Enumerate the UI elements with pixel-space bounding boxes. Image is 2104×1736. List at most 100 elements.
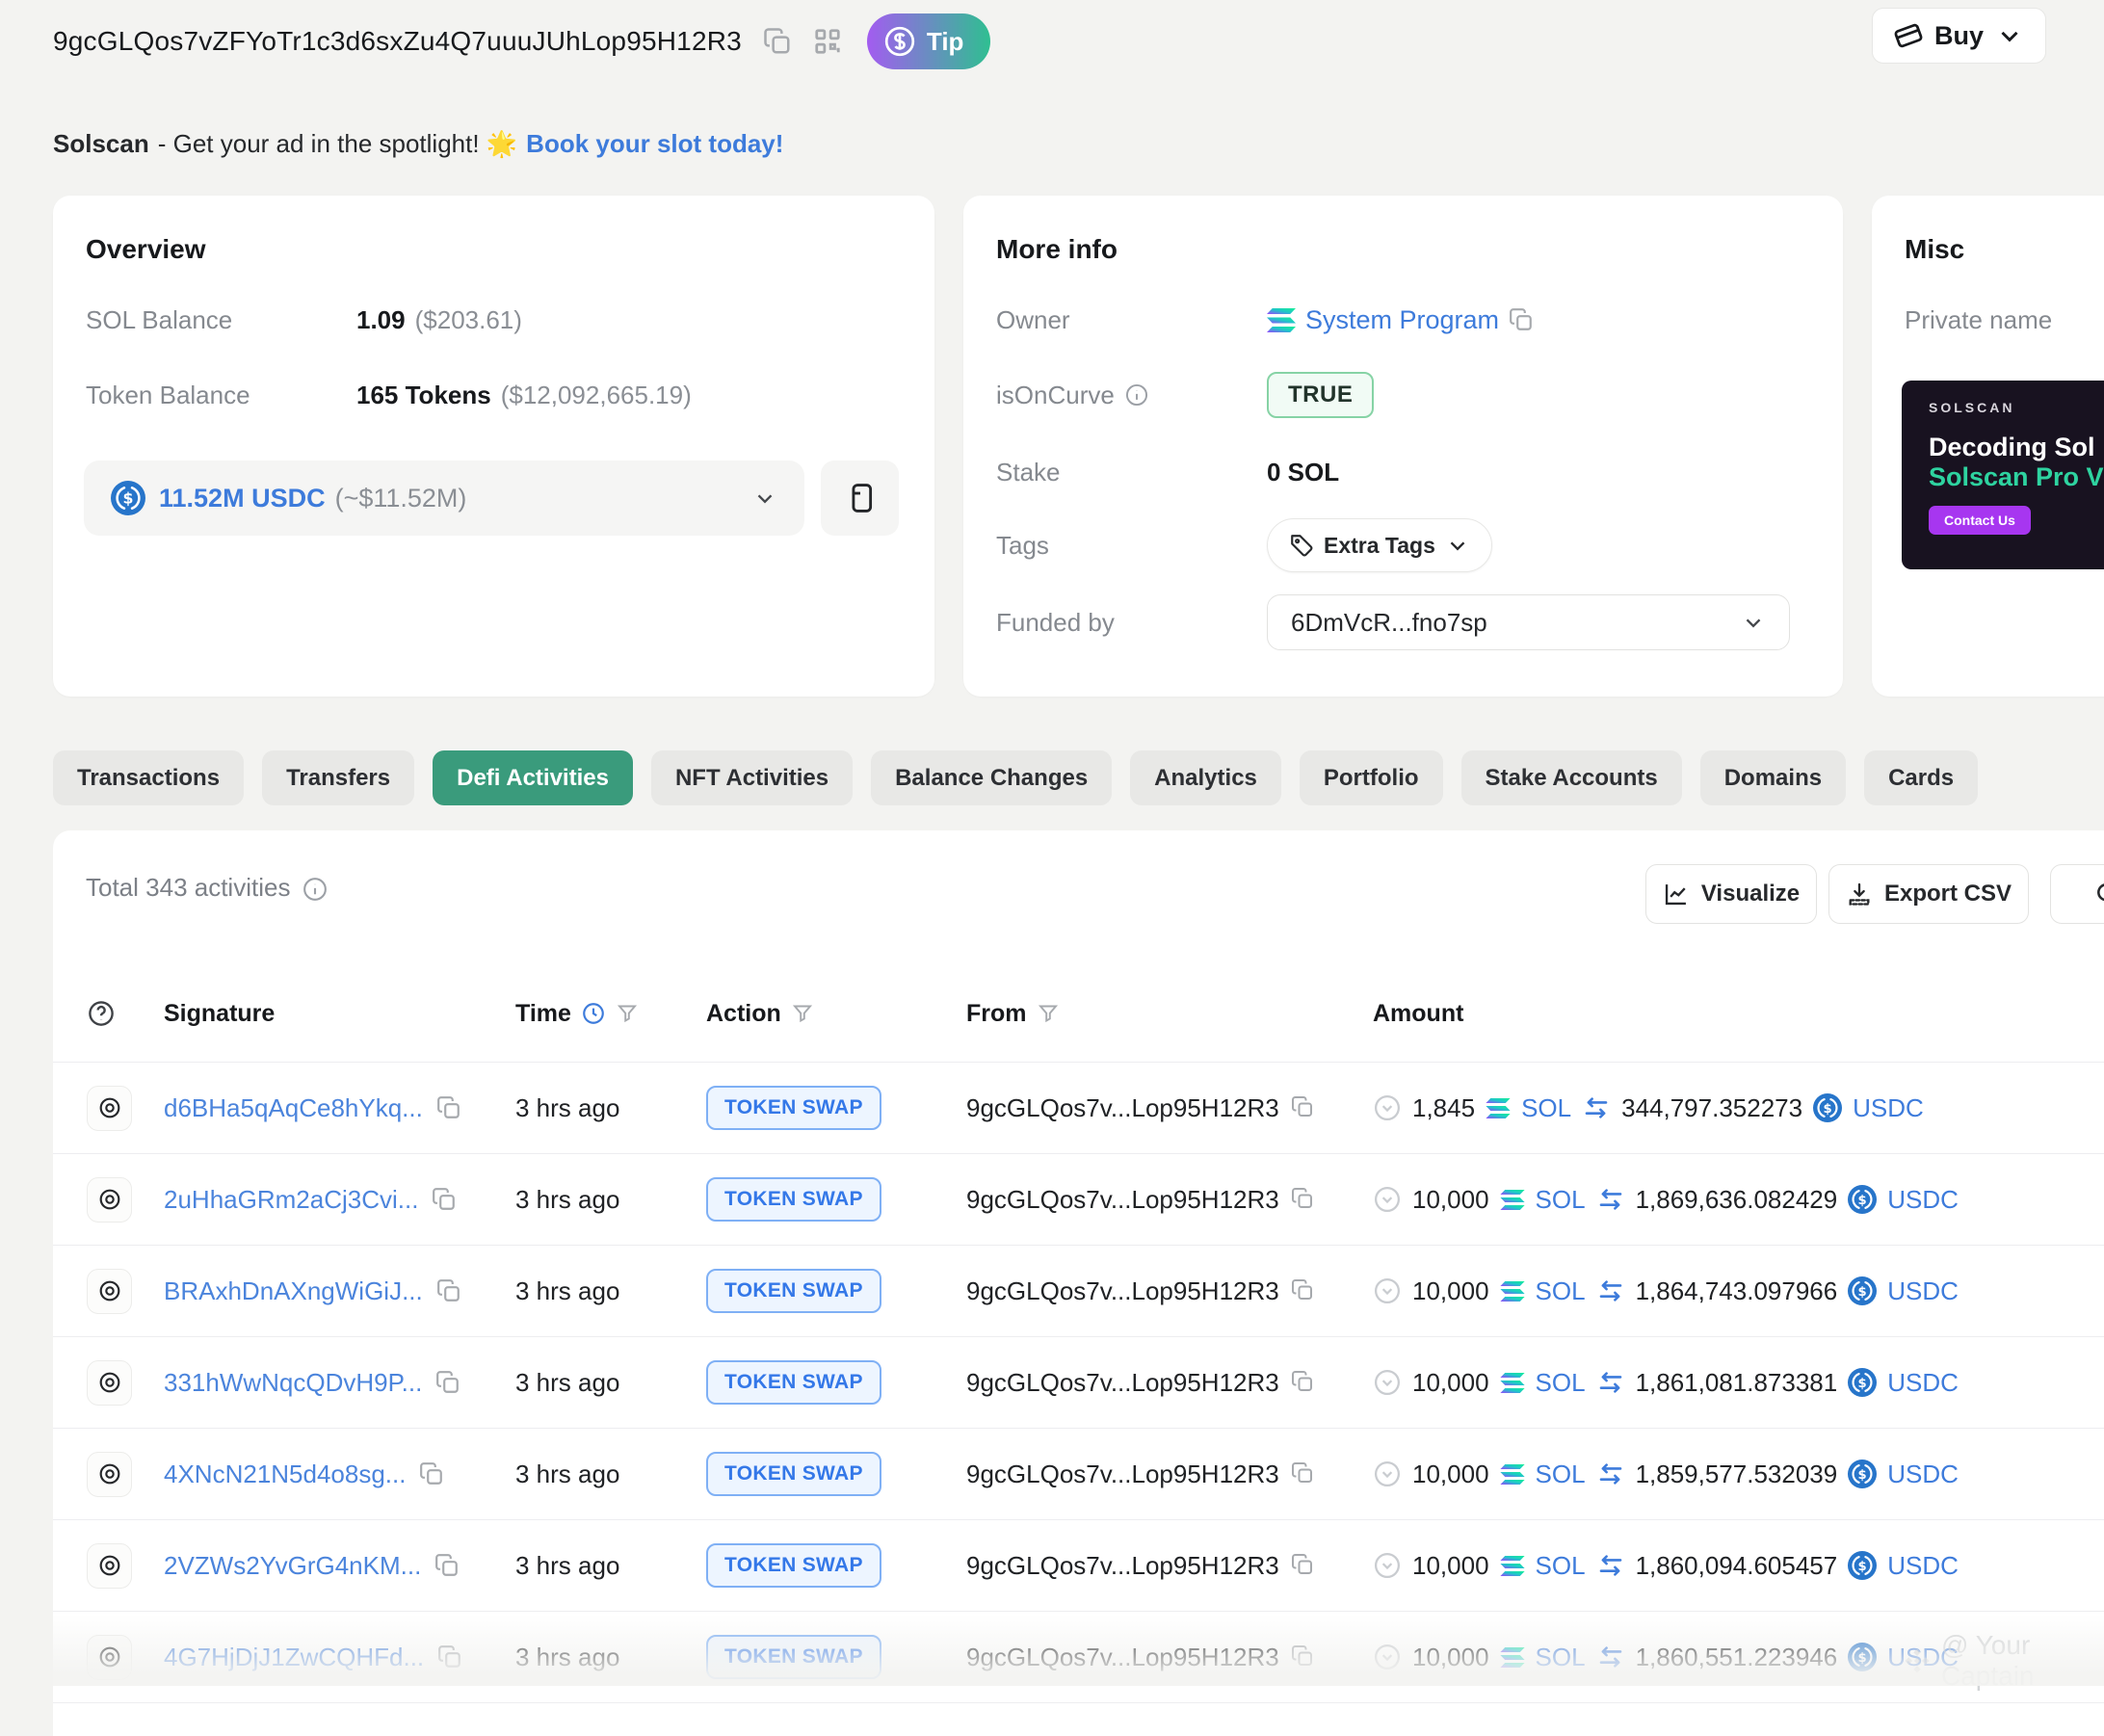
preview-button[interactable] — [87, 1360, 132, 1406]
action-badge[interactable]: TOKEN SWAP — [706, 1360, 881, 1405]
signature-link[interactable]: 4G7HjDjJ1ZwCQHFd... — [164, 1643, 424, 1672]
buy-button[interactable]: Buy — [1872, 8, 2046, 64]
copy-icon[interactable] — [1291, 1095, 1316, 1120]
copy-icon[interactable] — [1509, 307, 1534, 332]
amount-in: 10,000 — [1412, 1643, 1489, 1672]
action-badge[interactable]: TOKEN SWAP — [706, 1086, 881, 1130]
token-out-link[interactable]: USDC — [1887, 1460, 1959, 1489]
extra-tags-button[interactable]: Extra Tags — [1267, 518, 1492, 572]
expand-circle-icon[interactable] — [1373, 1185, 1402, 1214]
svg-text:$: $ — [1858, 1651, 1867, 1666]
copy-icon[interactable] — [434, 1553, 460, 1578]
token-in-link[interactable]: SOL — [1536, 1185, 1586, 1215]
token-in-link[interactable]: SOL — [1536, 1551, 1586, 1581]
action-badge[interactable]: TOKEN SWAP — [706, 1543, 881, 1588]
tab-defi-activities[interactable]: Defi Activities — [433, 750, 633, 805]
copy-icon[interactable] — [436, 1278, 461, 1303]
svg-text:$: $ — [123, 489, 134, 508]
preview-button[interactable] — [87, 1269, 132, 1314]
owner-link[interactable]: System Program — [1305, 305, 1499, 335]
tab-portfolio[interactable]: Portfolio — [1300, 750, 1443, 805]
signature-link[interactable]: 2VZWs2YvGrG4nKM... — [164, 1551, 421, 1581]
promo-link[interactable]: Book your slot today! — [526, 129, 783, 159]
ad-headline-2: Solscan Pro V — [1929, 462, 2104, 492]
action-badge[interactable]: TOKEN SWAP — [706, 1635, 881, 1679]
action-badge[interactable]: TOKEN SWAP — [706, 1269, 881, 1313]
tab-domains[interactable]: Domains — [1700, 750, 1846, 805]
copy-icon[interactable] — [1291, 1644, 1316, 1670]
filter-icon[interactable] — [616, 1002, 639, 1025]
signature-link[interactable]: 2uHhaGRm2aCj3Cvi... — [164, 1185, 418, 1215]
clock-icon[interactable] — [581, 1001, 606, 1026]
copy-icon[interactable] — [419, 1461, 444, 1486]
signature-link[interactable]: 4XNcN21N5d4o8sg... — [164, 1460, 406, 1489]
signature-link[interactable]: 331hWwNqcQDvH9P... — [164, 1368, 422, 1398]
expand-circle-icon[interactable] — [1373, 1276, 1402, 1305]
expand-circle-icon[interactable] — [1373, 1368, 1402, 1397]
token-balance-usd: ($12,092,665.19) — [501, 381, 692, 410]
expand-circle-icon[interactable] — [1373, 1643, 1402, 1671]
usdc-icon: $ — [1848, 1551, 1877, 1580]
copy-icon[interactable] — [1291, 1553, 1316, 1578]
tab-analytics[interactable]: Analytics — [1130, 750, 1281, 805]
expand-circle-icon[interactable] — [1373, 1093, 1402, 1122]
visualize-button[interactable]: Visualize — [1645, 864, 1817, 924]
token-in-link[interactable]: SOL — [1536, 1460, 1586, 1489]
expand-circle-icon[interactable] — [1373, 1551, 1402, 1580]
preview-button[interactable] — [87, 1543, 132, 1589]
copy-icon[interactable] — [1291, 1461, 1316, 1486]
token-out-link[interactable]: USDC — [1887, 1368, 1959, 1398]
solscan-pro-ad[interactable]: SOLSCAN Decoding Sol Solscan Pro V Conta… — [1902, 381, 2104, 569]
page-header: 9gcGLQos7vZFYoTr1c3d6sxZu4Q7uuuJUhLop95H… — [53, 0, 2104, 83]
table-toolbar: Total 343 activities Visualize Export CS… — [86, 830, 2104, 948]
copy-icon[interactable] — [435, 1370, 460, 1395]
info-icon[interactable] — [1124, 382, 1149, 408]
token-in-link[interactable]: SOL — [1536, 1643, 1586, 1672]
copy-address-button[interactable] — [763, 27, 792, 56]
tab-balance-changes[interactable]: Balance Changes — [871, 750, 1112, 805]
export-csv-button[interactable]: Export CSV — [1828, 864, 2029, 924]
qr-code-button[interactable] — [813, 27, 842, 56]
action-badge[interactable]: TOKEN SWAP — [706, 1452, 881, 1496]
token-in-link[interactable]: SOL — [1521, 1093, 1571, 1123]
action-badge[interactable]: TOKEN SWAP — [706, 1177, 881, 1222]
token-out-link[interactable]: USDC — [1887, 1185, 1959, 1215]
tab-transfers[interactable]: Transfers — [262, 750, 414, 805]
signature-link[interactable]: BRAxhDnAXngWiGiJ... — [164, 1276, 423, 1306]
copy-icon[interactable] — [1291, 1370, 1316, 1395]
from-address: 9gcGLQos7v...Lop95H12R3 — [966, 1185, 1279, 1215]
tab-stake-accounts[interactable]: Stake Accounts — [1461, 750, 1682, 805]
funded-by-select[interactable]: 6DmVcR...fno7sp — [1267, 594, 1790, 650]
preview-button[interactable] — [87, 1086, 132, 1131]
copy-icon[interactable] — [432, 1187, 457, 1212]
tab-nft-activities[interactable]: NFT Activities — [651, 750, 853, 805]
owner-label: Owner — [996, 305, 1267, 335]
token-out-link[interactable]: USDC — [1853, 1093, 1924, 1123]
expand-circle-icon[interactable] — [1373, 1460, 1402, 1488]
signature-column-header: Signature — [164, 1000, 515, 1028]
tab-cards[interactable]: Cards — [1864, 750, 1978, 805]
contact-us-button[interactable]: Contact Us — [1929, 506, 2031, 535]
copy-icon[interactable] — [437, 1644, 462, 1670]
signature-link[interactable]: d6BHa5qAqCe8hYkq... — [164, 1093, 423, 1123]
swap-arrows-icon — [1596, 1551, 1625, 1580]
help-circle-icon[interactable] — [87, 999, 116, 1028]
token-selector[interactable]: $ 11.52M USDC (~$11.52M) — [84, 460, 804, 536]
filter-icon[interactable] — [1037, 1002, 1060, 1025]
search-button[interactable] — [2050, 864, 2104, 924]
filter-icon[interactable] — [791, 1002, 814, 1025]
tip-button[interactable]: Tip — [867, 13, 991, 69]
token-portfolio-button[interactable] — [821, 460, 899, 536]
tab-transactions[interactable]: Transactions — [53, 750, 244, 805]
token-in-link[interactable]: SOL — [1536, 1276, 1586, 1306]
preview-button[interactable] — [87, 1635, 132, 1680]
token-out-link[interactable]: USDC — [1887, 1276, 1959, 1306]
token-in-link[interactable]: SOL — [1536, 1368, 1586, 1398]
info-icon[interactable] — [302, 876, 327, 901]
preview-button[interactable] — [87, 1452, 132, 1497]
copy-icon[interactable] — [436, 1095, 461, 1120]
copy-icon[interactable] — [1291, 1278, 1316, 1303]
copy-icon[interactable] — [1291, 1187, 1316, 1212]
token-out-link[interactable]: USDC — [1887, 1551, 1959, 1581]
preview-button[interactable] — [87, 1177, 132, 1223]
